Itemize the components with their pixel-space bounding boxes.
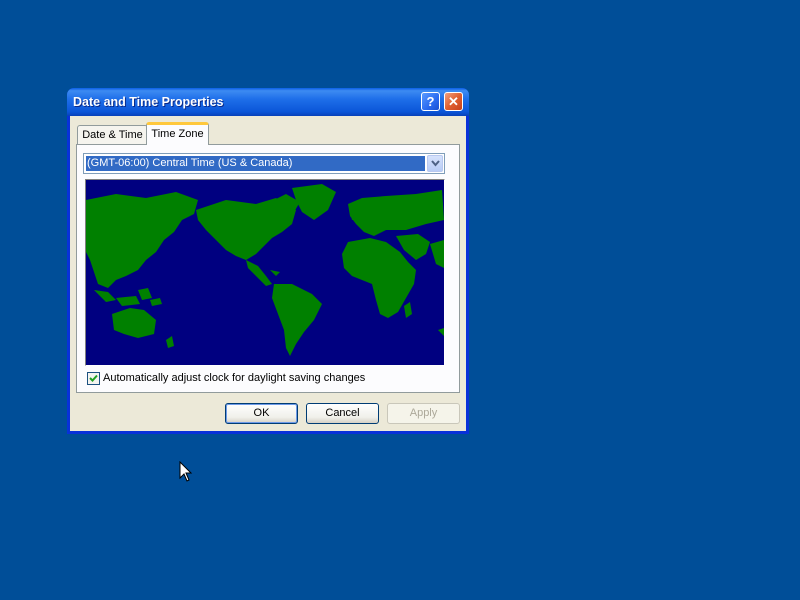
apply-button[interactable]: Apply	[387, 403, 460, 424]
close-button[interactable]: ✕	[444, 92, 463, 111]
tab-date-time[interactable]: Date & Time	[77, 125, 148, 145]
time-zone-selected-value: (GMT-06:00) Central Time (US & Canada)	[86, 156, 425, 171]
checkmark-icon	[89, 374, 98, 382]
world-map-image	[86, 180, 444, 365]
ok-button[interactable]: OK	[225, 403, 298, 424]
help-button[interactable]: ?	[421, 92, 440, 111]
cancel-button[interactable]: Cancel	[306, 403, 379, 424]
dropdown-arrow-button[interactable]	[427, 155, 443, 172]
daylight-saving-label: Automatically adjust clock for daylight …	[103, 372, 366, 384]
mouse-pointer-icon	[179, 460, 193, 488]
time-zone-dropdown[interactable]: (GMT-06:00) Central Time (US & Canada)	[83, 153, 445, 174]
tab-time-zone-label: Time Zone	[151, 128, 204, 140]
world-map	[85, 179, 445, 366]
help-icon: ?	[426, 94, 435, 109]
close-icon: ✕	[448, 94, 459, 109]
dialog-title: Date and Time Properties	[73, 95, 224, 109]
dialog-client-area: Date & Time Time Zone (GMT-06:00) Centra…	[70, 116, 466, 431]
daylight-saving-checkbox[interactable]	[87, 372, 100, 385]
title-bar[interactable]: Date and Time Properties ? ✕	[67, 88, 469, 116]
chevron-down-icon	[431, 160, 440, 167]
desktop: Date and Time Properties ? ✕ Date & Time…	[0, 0, 800, 600]
date-time-properties-dialog: Date and Time Properties ? ✕ Date & Time…	[67, 88, 469, 434]
tab-time-zone[interactable]: Time Zone	[146, 122, 209, 145]
tab-date-time-label: Date & Time	[82, 129, 143, 141]
